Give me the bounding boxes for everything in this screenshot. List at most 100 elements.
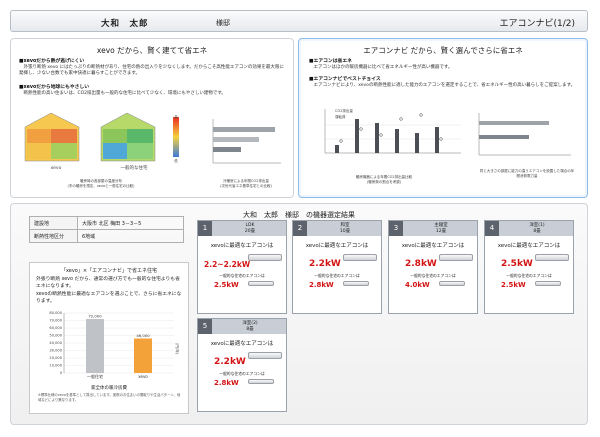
y-tick-label: 30,000: [49, 349, 62, 353]
y-axis-label: (円/年): [175, 343, 180, 355]
y-tick-label: 50,000: [49, 334, 62, 338]
x-tick-label: xevo: [138, 374, 148, 379]
y-tick-label: 0: [60, 371, 63, 375]
annual-cost-chart: 0 10,000 20,000 30,000 40,000 50,000 60,000 70,…: [49, 311, 180, 379]
table-value: 6地域: [77, 229, 184, 243]
general-label: 一般的な住宅のエアコンは: [219, 273, 265, 278]
site-info-table: 建設地 大阪市 北区 梅田 3－3－5 断熱性地区分 6地域: [29, 216, 184, 243]
bar: [134, 338, 152, 373]
card-question: xevoに最適なエアコンは: [305, 243, 369, 249]
intro-title: 「xevo」×「エアコンナビ」で省エネ住宅: [60, 268, 158, 274]
aircon-unit-icon: [248, 254, 282, 261]
general-kw: 2.5kW: [501, 281, 526, 289]
general-kw: 2.5kW: [214, 281, 239, 289]
caption-text: 暖房機器による年間CO2排出量比較: [355, 175, 413, 179]
co2-mini-chart: [212, 119, 281, 164]
card-number: 1: [198, 221, 212, 236]
bullet-heading: ■エアコンナビでベストチョイス: [309, 77, 381, 82]
room-card-1[interactable]: 1 LDK 20畳 xevoに最適なエアコンは 2.2~2.2kW 一般的な住宅のエ…: [197, 220, 287, 314]
card-question: xevoに最適なエアコンは: [401, 243, 465, 249]
card-room: 和室 10畳: [309, 223, 381, 234]
legend-low: 低: [174, 159, 178, 163]
aircon-unit-icon: [439, 254, 473, 261]
table-key: 建設地: [29, 216, 78, 230]
customer-suffix: 様邸: [216, 19, 230, 27]
y-tick-label: 60,000: [49, 326, 62, 330]
bar-value-label: 46,000: [136, 333, 150, 338]
temp-caption: 暖房時の各部屋の温度分布 (冬の暖房を想定、xevoと一般住宅の比較): [41, 179, 161, 188]
xevo-panel: xevo だから、賢く建てて省エネ ■xevoだから熱が逃げにくい 外張り断熱 …: [10, 38, 294, 198]
bar: [86, 319, 104, 373]
room-name: 洋室(1): [529, 223, 545, 228]
aircon-unit-icon: [535, 254, 569, 261]
card-room: 洋室(2) 8畳: [214, 321, 286, 332]
chart-note: ※標準仕様のxevoを基準として算出しています。実際のお住まいの間取りや生活パタ…: [38, 393, 181, 402]
aircon-unit-icon: [439, 281, 465, 286]
legend-co2: CO2排出量: [335, 109, 353, 113]
bullet-text: エアコンナビにより、xevoの断熱性能に適した能力のエアコンを選定することで、省…: [309, 83, 576, 88]
recommended-kw: 2.8kW: [405, 259, 437, 269]
card-header: 5 洋室(2) 8畳: [198, 319, 286, 334]
general-kw: 2.8kW: [309, 281, 334, 289]
caption-sub: (暖房費の割合を考慮): [366, 179, 402, 184]
power-caption: 同じ大きさの部屋に能力の違うエアコンを設置した場合の年間消費電力量: [479, 169, 575, 178]
co2-caption: 冷暖房による年間CO2排出量 (次世代省エネ基準住宅との比較): [201, 179, 291, 188]
bullet-heading: ■xevoだから地球にもやさしい: [19, 85, 90, 90]
general-label: 一般的な住宅のエアコンは: [410, 273, 456, 278]
general-label: 一般的な住宅のエアコンは: [219, 371, 265, 376]
table-row: 建設地 大阪市 北区 梅田 3－3－5: [29, 216, 184, 230]
room-card-4[interactable]: 4 洋室(1) 8畳 xevoに最適なエアコンは 2.5kW 一般的な住宅のエアコン…: [484, 220, 574, 314]
card-question: xevoに最適なエアコンは: [497, 243, 561, 249]
card-number: 5: [198, 319, 212, 334]
room-card-2[interactable]: 2 和室 10畳 xevoに最適なエアコンは 2.2kW 一般的な住宅のエアコンは …: [292, 220, 382, 314]
room-name: 主寝室: [434, 223, 448, 228]
bullet-heading: ■xevoだから熱が逃げにくい: [19, 59, 85, 64]
y-tick-label: 70,000: [49, 319, 62, 323]
card-header: 1 LDK 20畳: [198, 221, 286, 236]
xevo-bullet-2: ■xevoだから地球にもやさしい 断熱性能の高い住まいは、CO2排出量も一般的な…: [19, 85, 287, 97]
room-size: 8畳: [246, 326, 254, 332]
room-size: 10畳: [339, 228, 351, 234]
bar-value-label: 72,000: [88, 314, 102, 319]
power-consumption-chart: [478, 113, 571, 156]
aircon-unit-icon: [343, 254, 377, 261]
card-question: xevoに最適なエアコンは: [210, 341, 274, 347]
navi-panel-title: エアコンナビ だから、賢く選んでさらに省エネ: [363, 46, 523, 55]
general-label: 一般的な住宅のエアコンは: [314, 273, 360, 278]
xevo-bullet-1: ■xevoだから熱が逃げにくい 外張り断熱 xevo にはたっぷりの断熱材があり…: [19, 59, 287, 77]
room-card-5[interactable]: 5 洋室(2) 8畳 xevoに最適なエアコンは 2.2kW 一般的な住宅のエアコン…: [197, 318, 287, 412]
room-card-3[interactable]: 3 主寝室 12畳 xevoに最適なエアコンは 2.8kW 一般的な住宅のエアコンは…: [388, 220, 478, 314]
aircon-unit-icon: [535, 281, 561, 286]
card-room: 主寝室 12畳: [405, 223, 477, 234]
aircon-unit-icon: [343, 281, 369, 286]
card-question: xevoに最適なエアコンは: [210, 243, 274, 249]
xevo-panel-title: xevo だから、賢く建てて省エネ: [96, 46, 208, 55]
house-xevo-label: xevo: [50, 166, 62, 171]
bullet-heading: ■エアコンは省エネ: [309, 59, 352, 64]
card-room: 洋室(1) 8畳: [501, 223, 573, 234]
room-name: 洋室(2): [242, 321, 258, 326]
recommended-kw: 2.2~2.2kW: [204, 260, 251, 269]
legend-high: 高: [174, 115, 178, 119]
card-header: 4 洋室(1) 8畳: [485, 221, 573, 236]
house-general-label: 一般的な住宅: [120, 166, 148, 171]
y-tick-label: 80,000: [49, 311, 62, 315]
room-name: 和室: [340, 223, 350, 228]
x-tick-label: 一般住宅: [87, 373, 103, 379]
table-value: 大阪市 北区 梅田 3－3－5: [77, 216, 184, 230]
recommended-kw: 2.2kW: [309, 259, 341, 269]
caption-text: 冷暖房による年間CO2排出量: [223, 179, 269, 183]
caption-sub: (冬の暖房を想定、xevoと一般住宅の比較): [67, 183, 135, 188]
y-tick-label: 20,000: [49, 356, 62, 360]
intro-text: 外張り断熱 xevo だから、通常の選び方でも一般的な住宅よりも省エネになります…: [36, 277, 180, 289]
y-tick-label: 10,000: [49, 364, 62, 368]
navi-bullet-1: ■エアコンは省エネ エアコンはほかの暖房機器に比べて省エネルギー性が高い機器です…: [309, 59, 579, 71]
bullet-text: 外張り断熱 xevo にはたっぷりの断熱材があり、住宅の熱の出入りを少なくします…: [19, 65, 284, 76]
recommended-kw: 2.2kW: [214, 357, 246, 367]
caption-text: 暖房時の各部屋の温度分布: [80, 179, 122, 183]
customer-name: 大和 太郎: [101, 19, 149, 29]
page-title: エアコンナビ(1/2): [499, 19, 575, 29]
navi-bullet-2: ■エアコンナビでベストチョイス エアコンナビにより、xevoの断熱性能に適した能…: [309, 77, 579, 89]
card-header: 3 主寝室 12畳: [389, 221, 477, 236]
aircon-unit-icon: [248, 281, 274, 286]
